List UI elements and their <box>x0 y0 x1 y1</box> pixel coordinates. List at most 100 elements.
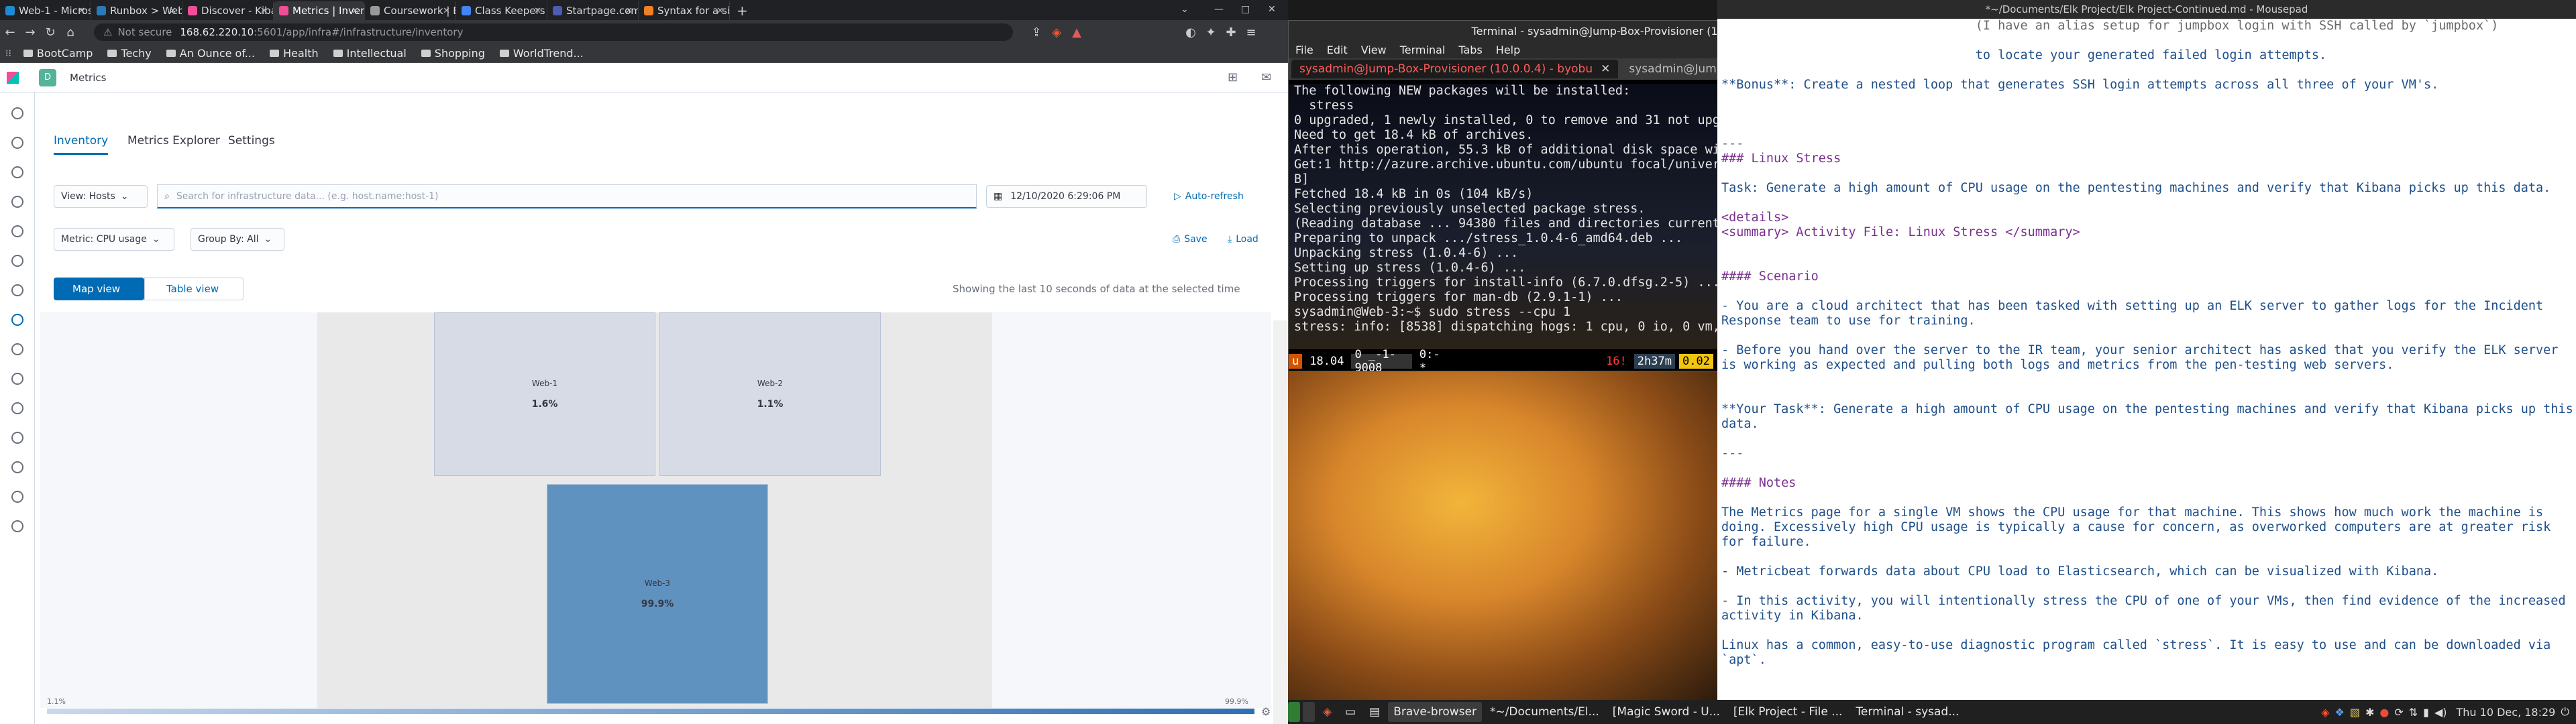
bookmark-item[interactable]: Intellectual <box>333 47 407 60</box>
close-tab-icon[interactable]: ✕ <box>625 6 633 16</box>
share-icon[interactable]: ⇪ <box>1026 25 1046 40</box>
metrics-icon[interactable] <box>11 314 23 326</box>
puzzle-icon[interactable]: ✚ <box>1221 25 1241 40</box>
tab-search-icon[interactable]: ⌄ <box>1181 4 1189 15</box>
tab-settings[interactable]: Settings <box>228 134 275 147</box>
maps-icon[interactable] <box>11 255 23 267</box>
close-window-icon[interactable]: ✕ <box>1268 4 1276 15</box>
menu-item-tabs[interactable]: Tabs <box>1458 44 1482 56</box>
host-node-web-2[interactable]: Web-2 1.1% <box>659 312 881 476</box>
bookmark-item[interactable]: Shopping <box>421 47 485 60</box>
load-button[interactable]: ⤓ Load <box>1221 228 1272 251</box>
menu-icon[interactable]: ≡ <box>1241 25 1261 40</box>
bookmark-item[interactable]: An Ounce of... <box>166 47 255 60</box>
host-node-web-3[interactable]: Web-3 99.9% <box>547 484 768 704</box>
volume-icon[interactable]: ◀) <box>2434 706 2447 719</box>
taskbar-window-button[interactable]: [Magic Sword - U... <box>1607 702 1725 722</box>
browser-tab[interactable]: Coursework | Bootc✕ <box>365 1 456 20</box>
metric-select[interactable]: Metric: CPU usage ⌄ <box>54 228 174 251</box>
forward-icon[interactable]: → <box>20 25 40 40</box>
close-tab-icon[interactable]: ✕ <box>78 6 85 16</box>
rewards-icon[interactable]: ▲ <box>1067 25 1087 40</box>
workspace-1-icon[interactable] <box>1288 702 1300 722</box>
bookmark-item[interactable]: Techy <box>107 47 152 60</box>
notes-icon[interactable]: ▧ <box>2350 706 2360 719</box>
recent-icon[interactable] <box>11 107 23 119</box>
browser-tab[interactable]: Metrics | Inventory✕ <box>274 1 365 20</box>
bluetooth-icon[interactable]: ✱ <box>2365 706 2374 719</box>
maximize-icon[interactable]: □ <box>1241 4 1250 15</box>
close-tab-icon[interactable]: ✕ <box>443 6 450 16</box>
home-icon[interactable]: ⌂ <box>60 25 80 40</box>
browser-tab[interactable]: Runbox > Webmail✕ <box>91 1 182 20</box>
bookmark-item[interactable]: WorldTrend... <box>499 47 584 60</box>
back-icon[interactable]: ← <box>0 25 20 40</box>
close-tab-icon[interactable]: ✕ <box>1601 62 1610 76</box>
bookmark-item[interactable]: BootCamp <box>23 47 93 60</box>
taskbar-window-button[interactable]: *~/Documents/El... <box>1485 702 1605 722</box>
close-tab-icon[interactable]: ✕ <box>352 6 359 16</box>
map-view-button[interactable]: Map view <box>54 278 144 300</box>
apps-icon[interactable]: ⁝⁝ <box>5 48 11 59</box>
mail-icon[interactable]: ✉ <box>1261 70 1271 84</box>
siem-icon[interactable] <box>11 432 23 444</box>
files-launcher-icon[interactable]: ▤ <box>1364 702 1385 722</box>
menu-item-view[interactable]: View <box>1361 44 1387 56</box>
address-bar[interactable]: ⚠ Not secure 168.62.220.10 :5601/app/inf… <box>94 23 1013 41</box>
battery-icon[interactable]: ▮ <box>2423 706 2429 719</box>
visualize-icon[interactable] <box>11 166 23 178</box>
search-input[interactable]: ⌕ Search for infrastructure data... (e.g… <box>157 184 977 208</box>
extension-icon[interactable]: ◐ <box>1181 25 1201 40</box>
tab-metrics-explorer[interactable]: Metrics Explorer <box>127 134 220 147</box>
close-tab-icon[interactable]: ✕ <box>716 6 724 16</box>
network-icon[interactable]: ⇅ <box>2409 706 2418 719</box>
browser-tab[interactable]: Startpage.com Sea✕ <box>547 1 639 20</box>
workspace-2-icon[interactable] <box>1303 702 1315 722</box>
page-scrollbar[interactable] <box>1273 320 1288 724</box>
menu-item-help[interactable]: Help <box>1496 44 1520 56</box>
tab-inventory[interactable]: Inventory <box>54 134 109 155</box>
dropbox-icon[interactable]: ❖ <box>2335 706 2345 719</box>
date-picker[interactable]: ▦ 12/10/2020 6:29:06 PM <box>986 185 1147 208</box>
reload-icon[interactable]: ↻ <box>40 25 60 40</box>
close-tab-icon[interactable]: ✕ <box>260 6 268 16</box>
terminal-tab-active[interactable]: sysadmin@Jump-Box-Provisioner (10.0.0.4)… <box>1291 60 1619 78</box>
new-tab-icon[interactable]: + <box>737 1 748 20</box>
brave-shields-icon[interactable]: ◈ <box>1046 25 1067 40</box>
brave-launcher-icon[interactable]: ◈ <box>1318 702 1337 722</box>
browser-tab[interactable]: Syntax for a single-✕ <box>639 1 730 20</box>
dev-tools-icon[interactable] <box>11 461 23 473</box>
editor-text-area[interactable]: (I have an alias setup for jumpbox login… <box>1717 19 2576 700</box>
space-avatar[interactable]: D <box>39 68 56 86</box>
canvas-icon[interactable] <box>11 225 23 237</box>
close-tab-icon[interactable]: ✕ <box>169 6 176 16</box>
taskbar-window-button[interactable]: Brave-browser <box>1388 702 1482 722</box>
power-icon[interactable]: ⏻ <box>2561 705 2569 719</box>
bookmark-item[interactable]: Health <box>270 47 319 60</box>
menu-item-terminal[interactable]: Terminal <box>1400 44 1446 56</box>
clock[interactable]: Thu 10 Dec, 18:29 <box>2457 706 2556 719</box>
host-node-web-1[interactable]: Web-1 1.6% <box>434 312 655 476</box>
legend-settings-icon[interactable]: ⚙ <box>1261 705 1271 718</box>
kibana-logo[interactable] <box>7 71 19 84</box>
logs-icon[interactable] <box>11 343 23 355</box>
menu-item-edit[interactable]: Edit <box>1327 44 1348 56</box>
close-tab-icon[interactable]: ✕ <box>534 6 541 16</box>
record-icon[interactable]: ● <box>2379 706 2389 719</box>
update-icon[interactable]: ⟳ <box>2394 706 2403 719</box>
uptime-icon[interactable] <box>11 402 23 414</box>
auto-refresh-button[interactable]: ▷ Auto-refresh <box>1167 185 1268 208</box>
vpn-icon[interactable]: ✦ <box>1201 25 1221 40</box>
browser-tab[interactable]: Class Keepers - Goo✕ <box>456 1 547 20</box>
save-button[interactable]: ⎙ Save <box>1166 228 1217 251</box>
apm-icon[interactable] <box>11 373 23 385</box>
monitoring-icon[interactable] <box>11 491 23 503</box>
dashboard-icon[interactable] <box>11 196 23 208</box>
taskbar-window-button[interactable]: [Elk Project - File ... <box>1728 702 1848 722</box>
ml-icon[interactable] <box>11 284 23 296</box>
minimize-icon[interactable]: — <box>1214 4 1224 15</box>
view-select[interactable]: View: Hosts ⌄ <box>54 185 148 208</box>
menu-item-file[interactable]: File <box>1295 44 1313 56</box>
taskbar-window-button[interactable]: Terminal - sysad... <box>1850 702 1964 722</box>
discover-icon[interactable] <box>11 137 23 149</box>
